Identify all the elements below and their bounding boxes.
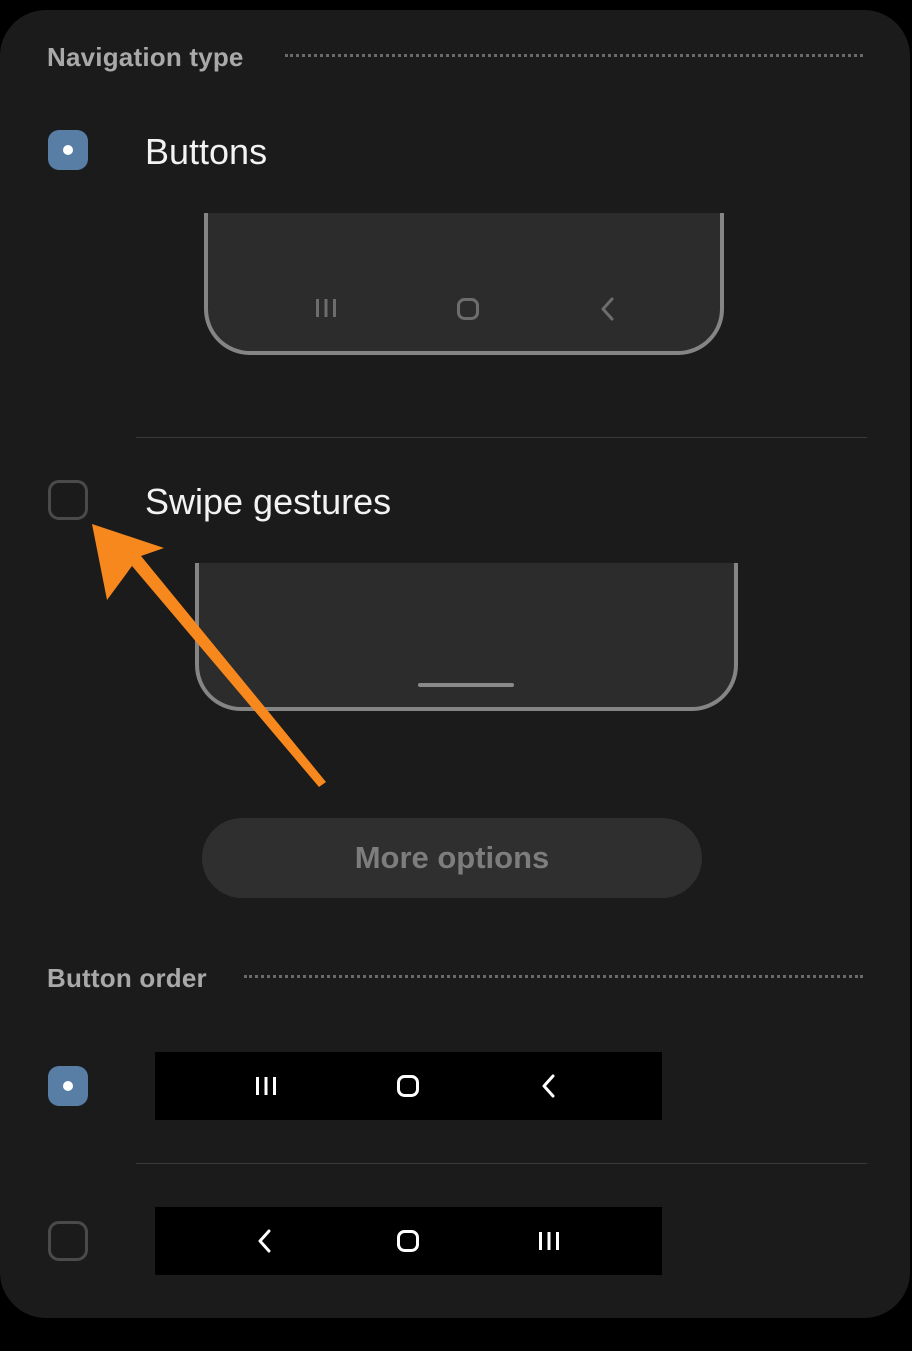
- recents-icon: [316, 299, 336, 317]
- section-dotted-rule: [244, 975, 863, 978]
- button-order-title: Button order: [47, 963, 207, 993]
- swipe-gestures-radio[interactable]: [48, 480, 88, 520]
- home-icon: [397, 1075, 419, 1097]
- buttons-preview[interactable]: [204, 213, 724, 355]
- back-icon: [601, 297, 614, 321]
- recents-icon: [539, 1232, 559, 1250]
- button-order-1-preview[interactable]: [155, 1052, 662, 1120]
- home-icon: [457, 298, 479, 320]
- swipe-gestures-option-label[interactable]: Swipe gestures: [145, 481, 391, 523]
- swipe-gestures-preview[interactable]: [195, 563, 738, 711]
- buttons-option-label[interactable]: Buttons: [145, 131, 267, 173]
- navigation-type-title: Navigation type: [47, 42, 244, 72]
- radio-selected-dot: [63, 145, 73, 155]
- back-icon: [258, 1229, 271, 1253]
- section-dotted-rule: [285, 54, 863, 57]
- button-order-2-preview[interactable]: [155, 1207, 662, 1275]
- gesture-handle-icon: [418, 683, 514, 687]
- more-options-button[interactable]: More options: [202, 818, 702, 898]
- option-divider: [136, 1163, 867, 1164]
- radio-selected-dot: [63, 1081, 73, 1091]
- button-order-2-radio[interactable]: [48, 1221, 88, 1261]
- home-icon: [397, 1230, 419, 1252]
- option-divider: [136, 437, 867, 438]
- buttons-radio[interactable]: [48, 130, 88, 170]
- back-icon: [542, 1074, 555, 1098]
- recents-icon: [256, 1077, 276, 1095]
- button-order-1-radio[interactable]: [48, 1066, 88, 1106]
